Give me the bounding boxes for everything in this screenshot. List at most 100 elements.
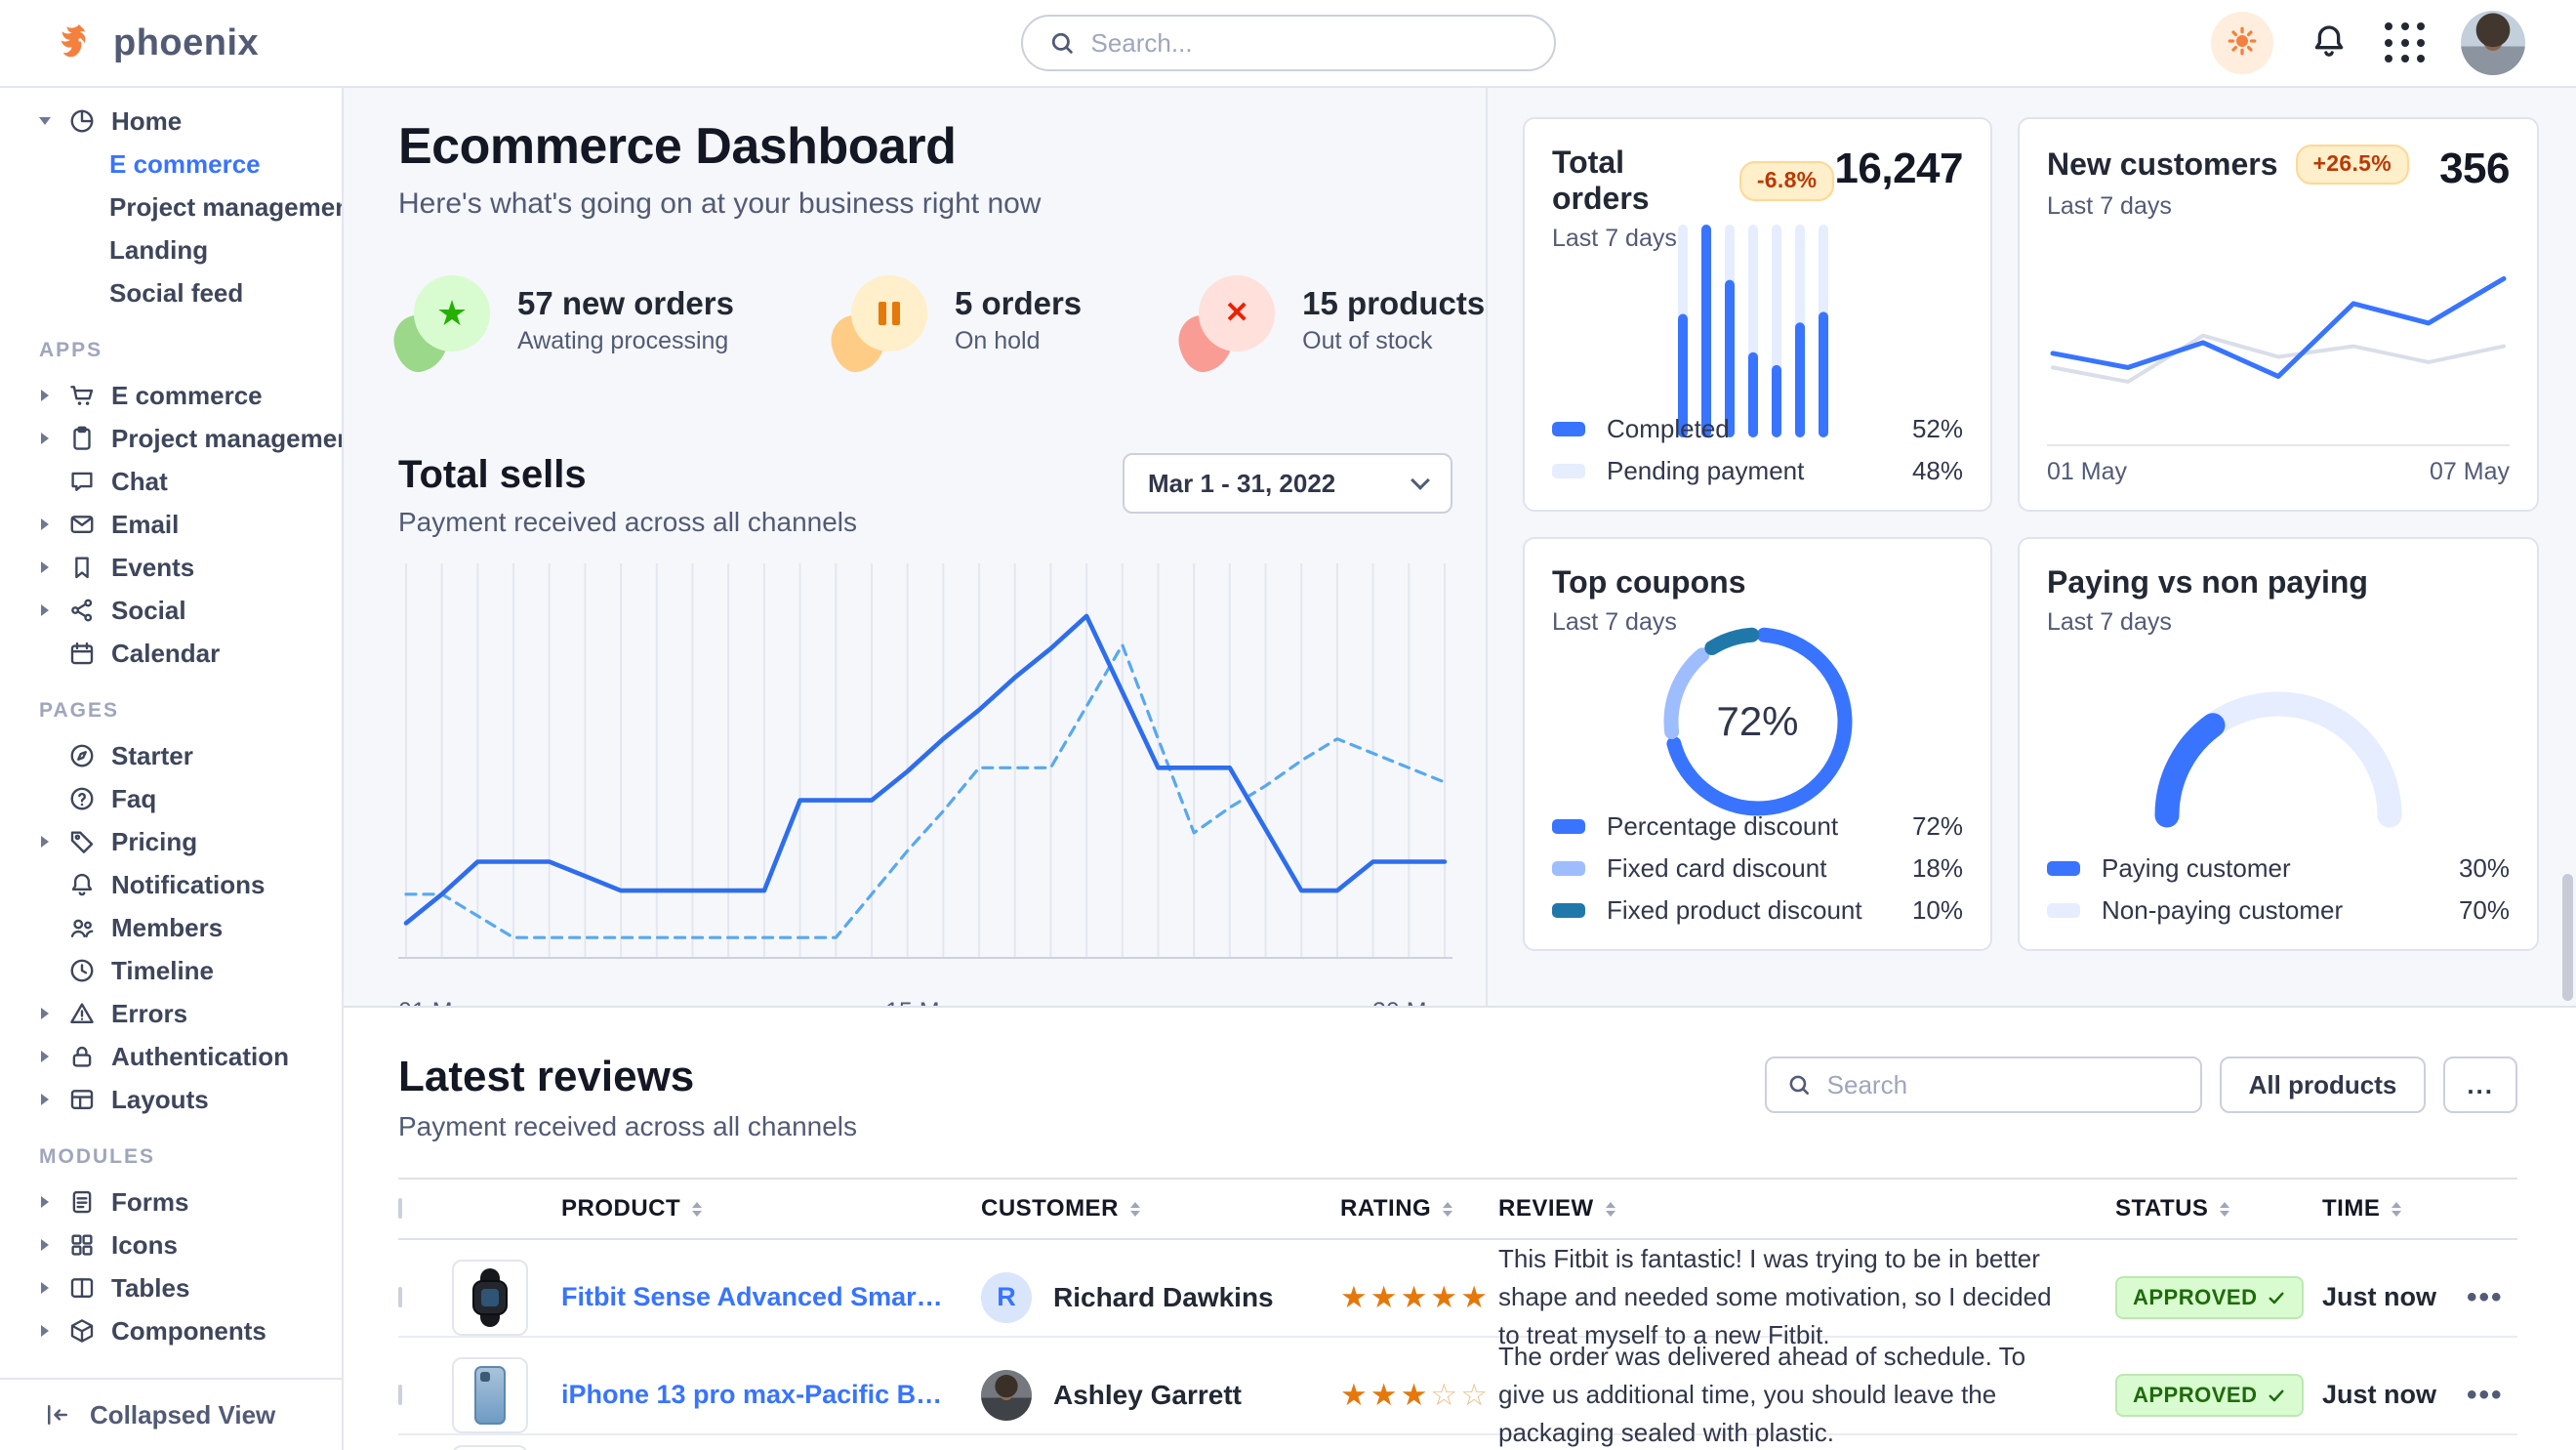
star-icon: ☆	[1430, 1378, 1460, 1412]
caret-right-icon	[41, 1196, 49, 1208]
legend-value: 48%	[1912, 456, 1963, 486]
sidebar-item-social[interactable]: Social	[0, 589, 342, 632]
legend-label: Completed	[1607, 414, 1730, 444]
reviews-search-input[interactable]	[1827, 1070, 2181, 1100]
column-header-product[interactable]: PRODUCT	[561, 1195, 981, 1222]
product-link[interactable]: iPhone 13 pro max-Pacific Blue-128GB sto…	[561, 1380, 981, 1410]
top-navbar: phoenix	[0, 0, 2576, 88]
new-customers-value: 356	[2439, 145, 2510, 193]
sidebar-subitem-landing[interactable]: Landing	[0, 228, 342, 271]
caret-right-icon	[41, 1239, 49, 1251]
sort-icon	[2392, 1202, 2401, 1217]
rating-stars: ★★★☆☆	[1340, 1378, 1498, 1413]
avatar	[981, 1370, 1032, 1421]
sidebar-item-authentication[interactable]: Authentication	[0, 1035, 342, 1078]
sort-icon	[1443, 1202, 1452, 1217]
star-icon: ★	[1401, 1378, 1431, 1412]
caret-right-icon	[41, 1094, 49, 1105]
sidebar-item-email[interactable]: Email	[0, 503, 342, 546]
row-checkbox[interactable]	[398, 1287, 402, 1307]
pause-icon	[879, 302, 900, 325]
check-icon	[2267, 1386, 2286, 1405]
column-header-rating[interactable]: RATING	[1340, 1195, 1498, 1222]
column-header-time[interactable]: TIME	[2322, 1195, 2467, 1222]
cart-icon	[67, 381, 97, 410]
select-all-checkbox[interactable]	[398, 1198, 402, 1219]
app-root: phoenix HomeE commerce	[0, 0, 2576, 1450]
sidebar-item-notifications[interactable]: Notifications	[0, 863, 342, 906]
global-search[interactable]	[1021, 15, 1556, 71]
column-header-status[interactable]: STATUS	[2115, 1195, 2322, 1222]
brand-logo[interactable]: phoenix	[0, 21, 344, 65]
sidebar-item-tables[interactable]: Tables	[0, 1266, 342, 1309]
pie-chart-icon	[67, 106, 97, 136]
legend-value: 30%	[2459, 853, 2510, 884]
caret-right-icon	[41, 1325, 49, 1337]
notifications-button[interactable]	[2309, 21, 2350, 66]
reviews-search[interactable]	[1765, 1056, 2202, 1113]
sidebar-item-events[interactable]: Events	[0, 546, 342, 589]
scrollbar-thumb[interactable]	[2562, 874, 2573, 1001]
sun-icon	[2225, 23, 2260, 63]
global-search-input[interactable]	[1091, 28, 1529, 59]
legend-swatch	[1552, 464, 1585, 478]
sidebar-item-starter[interactable]: Starter	[0, 734, 342, 777]
top-coupons-card: Top coupons Last 7 days 72% Percent	[1523, 537, 1992, 951]
sidebar-item-components[interactable]: Components	[0, 1309, 342, 1352]
star-icon: ★	[1340, 1378, 1370, 1412]
star-icon: ★	[436, 296, 468, 331]
legend-row: Fixed card discount18%	[1552, 853, 1963, 884]
column-header-customer[interactable]: CUSTOMER	[981, 1195, 1340, 1222]
sidebar-subitem-social-feed[interactable]: Social feed	[0, 271, 342, 314]
sidebar-item-home[interactable]: Home	[0, 100, 342, 143]
sidebar-subitem-e-commerce[interactable]: E commerce	[0, 143, 342, 186]
sidebar-item-e-commerce[interactable]: E commerce	[0, 374, 342, 417]
column-header-review[interactable]: REVIEW	[1498, 1195, 2115, 1222]
paying-vs-nonpaying-card: Paying vs non paying Last 7 days Paying …	[2018, 537, 2539, 951]
sort-icon	[2220, 1202, 2229, 1217]
legend-value: 72%	[1912, 811, 1963, 842]
sidebar-item-pricing[interactable]: Pricing	[0, 820, 342, 863]
row-checkbox[interactable]	[398, 1385, 402, 1405]
legend-swatch	[2047, 861, 2080, 876]
sidebar-item-faq[interactable]: Faq	[0, 777, 342, 820]
all-products-button[interactable]: All products	[2220, 1056, 2427, 1113]
legend-swatch	[1552, 903, 1585, 918]
sidebar-item-chat[interactable]: Chat	[0, 460, 342, 503]
sidebar-item-label: Chat	[111, 467, 168, 497]
product-thumbnail[interactable]	[452, 1445, 528, 1450]
product-link[interactable]: Fitbit Sense Advanced Smartwatch with To…	[561, 1282, 981, 1312]
bell-icon	[67, 870, 97, 899]
theme-toggle-button[interactable]	[2211, 12, 2273, 74]
review-time: Just now	[2322, 1282, 2467, 1312]
sidebar-item-label: Layouts	[111, 1085, 209, 1115]
caret-right-icon	[41, 390, 49, 401]
clipboard-icon	[67, 424, 97, 453]
product-thumbnail[interactable]	[452, 1357, 528, 1433]
sidebar-item-calendar[interactable]: Calendar	[0, 632, 342, 675]
sidebar-item-label: Starter	[111, 741, 193, 771]
sidebar-subitem-project-management[interactable]: Project management	[0, 186, 342, 228]
sidebar-item-errors[interactable]: Errors	[0, 992, 342, 1035]
collapse-icon	[43, 1400, 72, 1429]
members-icon	[67, 913, 97, 942]
sort-icon	[1606, 1202, 1615, 1217]
sidebar-item-layouts[interactable]: Layouts	[0, 1078, 342, 1121]
profile-avatar[interactable]	[2461, 11, 2525, 75]
apps-menu-button[interactable]	[2385, 22, 2426, 63]
date-range-select[interactable]: Mar 1 - 31, 2022	[1123, 453, 1452, 514]
new-customers-card: New customers +26.5% Last 7 days 356 01 …	[2018, 117, 2539, 512]
row-menu-button[interactable]: •••	[2467, 1379, 2504, 1411]
product-thumbnail[interactable]	[452, 1260, 528, 1336]
row-menu-button[interactable]: •••	[2467, 1281, 2504, 1313]
reviews-more-button[interactable]: ...	[2443, 1056, 2517, 1113]
sidebar-item-project-management[interactable]: Project management	[0, 417, 342, 460]
collapse-sidebar-button[interactable]: Collapsed View	[0, 1378, 342, 1450]
sidebar-item-icons[interactable]: Icons	[0, 1223, 342, 1266]
trend-badge: -6.8%	[1739, 161, 1835, 201]
caret-right-icon	[41, 518, 49, 530]
sidebar-item-timeline[interactable]: Timeline	[0, 949, 342, 992]
sidebar-item-label: Timeline	[111, 956, 214, 986]
sidebar-item-forms[interactable]: Forms	[0, 1181, 342, 1223]
sidebar-item-members[interactable]: Members	[0, 906, 342, 949]
